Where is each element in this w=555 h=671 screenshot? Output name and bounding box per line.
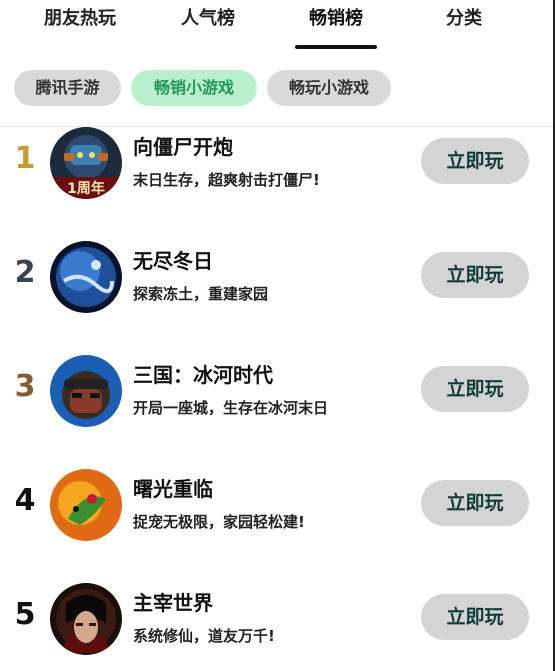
game-description: 开局一座城，生存在冰河末日: [133, 399, 329, 417]
game-description: 末日生存，超爽射击打僵尸!: [133, 171, 320, 189]
play-now-button[interactable]: 立即玩: [421, 594, 529, 640]
filter-chip-bestselling-mini[interactable]: 畅销小游戏: [131, 70, 257, 106]
game-list-item[interactable]: 5 主宰世界 系统修仙，道友万千! 立即玩: [0, 583, 555, 671]
game-title: 三国：冰河时代: [133, 363, 273, 387]
pet-creature-icon[interactable]: [50, 469, 122, 541]
play-now-button[interactable]: 立即玩: [421, 366, 529, 412]
active-tab-indicator: [295, 45, 377, 49]
game-title: 曙光重临: [133, 477, 213, 501]
filter-chip-tencent-mobile[interactable]: 腾讯手游: [14, 70, 121, 106]
game-description: 探索冻土，重建家园: [133, 285, 269, 303]
filter-chip-row: 腾讯手游 畅销小游戏 畅玩小游戏: [0, 70, 555, 108]
play-now-button[interactable]: 立即玩: [421, 480, 529, 526]
play-now-button[interactable]: 立即玩: [421, 138, 529, 184]
filter-chip-playable-mini[interactable]: 畅玩小游戏: [267, 70, 391, 106]
game-list-item[interactable]: 1 1周年 向僵尸开炮 末日生存，超爽射击打僵尸! 立即玩: [0, 127, 555, 227]
game-title: 无尽冬日: [133, 249, 213, 273]
game-title: 向僵尸开炮: [133, 135, 233, 159]
rank-number: 3: [14, 369, 36, 404]
rank-number: 1: [14, 141, 36, 176]
tab-popular[interactable]: 人气榜: [148, 4, 268, 30]
game-list-item[interactable]: 4 曙光重临 捉宠无极限，家园轻松建! 立即玩: [0, 469, 555, 569]
play-now-button[interactable]: 立即玩: [421, 252, 529, 298]
warrior-portrait-icon[interactable]: [50, 355, 122, 427]
game-list-item[interactable]: 2 无尽冬日 探索冻土，重建家园 立即玩: [0, 241, 555, 341]
rank-number: 4: [14, 483, 36, 518]
anniversary-badge: 1周年: [67, 180, 105, 197]
game-description: 捉宠无极限，家园轻松建!: [133, 513, 305, 531]
game-description: 系统修仙，道友万千!: [133, 627, 275, 645]
game-list-item[interactable]: 3 三国：冰河时代 开局一座城，生存在冰河末日 立即玩: [0, 355, 555, 455]
tab-friends-hot[interactable]: 朋友热玩: [20, 4, 140, 30]
game-title: 主宰世界: [133, 591, 213, 615]
tab-bestselling[interactable]: 畅销榜: [276, 4, 396, 30]
frozen-planet-icon[interactable]: [50, 241, 122, 313]
rank-number: 5: [14, 597, 36, 632]
tab-category[interactable]: 分类: [404, 4, 524, 30]
zombie-cannon-icon[interactable]: 1周年: [50, 127, 122, 199]
cultivator-portrait-icon[interactable]: [50, 583, 122, 655]
rank-number: 2: [14, 255, 36, 290]
top-tab-bar: 朋友热玩 人气榜 畅销榜 分类: [0, 0, 555, 50]
